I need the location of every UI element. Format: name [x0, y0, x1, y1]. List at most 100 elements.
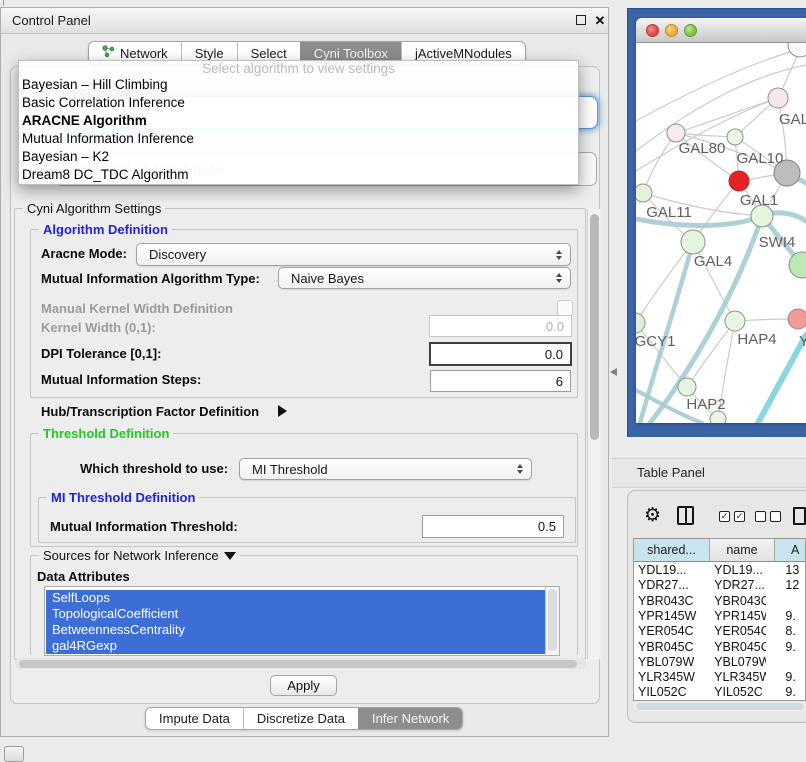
table-header-row: shared...nameA	[634, 539, 805, 562]
column-header-shared[interactable]: shared...	[634, 539, 710, 562]
node-label-hap4: HAP4	[737, 331, 776, 348]
attribute-item-topologicalcoefficient[interactable]: TopologicalCoefficient	[46, 606, 545, 622]
table-row[interactable]: YDR27...YDR27...12	[634, 578, 805, 593]
hub-section-label[interactable]: Hub/Transcription Factor Definition	[41, 404, 259, 420]
stepper-arrows-icon	[517, 464, 523, 474]
mi-threshold-field[interactable]: 0.5	[422, 515, 564, 538]
node-hap2[interactable]	[678, 378, 696, 396]
which-threshold-label: Which threshold to use:	[80, 461, 228, 477]
document-icon[interactable]	[793, 507, 806, 525]
table-cell	[766, 594, 805, 609]
network-edge[interactable]	[636, 242, 693, 323]
node-top[interactable]	[788, 43, 806, 57]
unchecked-columns-icon[interactable]	[755, 511, 781, 522]
kernel-width-field[interactable]: 0.0	[429, 315, 572, 337]
table-row[interactable]: YER054CYER054C8.	[634, 624, 805, 639]
mi-threshold-group-title: MI Threshold Definition	[47, 490, 199, 505]
node-gcy1[interactable]	[636, 313, 645, 333]
apply-button[interactable]: Apply	[270, 675, 337, 696]
node-salmon[interactable]	[788, 309, 806, 329]
sources-group-title[interactable]: Sources for Network Inference	[39, 548, 240, 563]
threshold-definition-title: Threshold Definition	[39, 426, 173, 441]
table-cell: YBR043C	[705, 594, 766, 609]
table-cell: YER054C	[634, 624, 705, 639]
tab-impute-data[interactable]: Impute Data	[146, 708, 243, 729]
bottom-tab-bar: Impute DataDiscretize Data Infer Network	[145, 707, 463, 730]
manual-kernel-checkbox[interactable]	[557, 300, 573, 316]
node-gal2[interactable]	[768, 88, 788, 108]
dropdown-item-basic-correlation-inference[interactable]: Basic Correlation Inference	[19, 94, 578, 112]
table-hscroll-thumb[interactable]	[636, 703, 804, 710]
table-row[interactable]: YDL19...YDL19...13	[634, 563, 805, 578]
dropdown-item-bayesian-hill-climbing[interactable]: Bayesian – Hill Climbing	[19, 76, 578, 94]
table-row[interactable]: YLR345WYLR345W9.	[634, 670, 805, 685]
table-row[interactable]: YIL052CYIL052C9.	[634, 685, 805, 698]
table-row[interactable]: YBL079WYBL079W	[634, 655, 805, 670]
expand-right-icon[interactable]	[278, 405, 287, 417]
attributes-scrollbar[interactable]	[545, 587, 559, 655]
gear-icon[interactable]: ⚙	[644, 504, 661, 526]
network-edge[interactable]	[636, 49, 800, 121]
attribute-item-betweennesscentrality[interactable]: BetweennessCentrality	[46, 622, 545, 638]
table-cell: YER054C	[705, 624, 766, 639]
columns-icon[interactable]	[677, 506, 694, 525]
dropdown-item-dream8-dc-tdc-algorithm[interactable]: Dream8 DC_TDC Algorithm	[19, 166, 578, 184]
table-row[interactable]: YPR145WYPR145W9.	[634, 609, 805, 624]
stepper-arrows-icon	[556, 250, 562, 260]
which-threshold-combobox[interactable]: MI Threshold	[239, 458, 532, 480]
aracne-mode-combobox[interactable]: Discovery	[136, 243, 571, 266]
network-window-titlebar[interactable]	[636, 18, 806, 43]
network-icon	[102, 45, 115, 61]
node-mid[interactable]	[727, 129, 743, 145]
column-header-a[interactable]: A	[775, 539, 806, 562]
table-cell: YDL19...	[705, 563, 766, 578]
node-table[interactable]: shared...nameA YDL19...YDL19...13YDR27..…	[633, 538, 806, 701]
data-attributes-list[interactable]: SelfLoopsTopologicalCoefficientBetweenne…	[44, 586, 560, 656]
checked-columns-icon[interactable]: ✓✓	[719, 511, 745, 522]
node-hap4[interactable]	[725, 311, 745, 331]
table-cell: YBR045C	[705, 640, 766, 655]
dropdown-item-mutual-information-inference[interactable]: Mutual Information Inference	[19, 130, 578, 148]
settings-horizontal-scrollbar[interactable]	[15, 658, 587, 669]
attributes-scroll-thumb[interactable]	[548, 589, 557, 651]
tab-infer-network[interactable]: Infer Network	[358, 708, 462, 729]
node-gal4[interactable]	[681, 230, 705, 254]
screen: { "control_panel": { "title": "Control P…	[0, 0, 806, 762]
mi-type-combobox[interactable]: Naive Bayes	[278, 267, 571, 289]
dpi-tolerance-field[interactable]: 0.0	[429, 342, 572, 366]
mi-steps-field[interactable]: 6	[430, 370, 571, 392]
node-gal11[interactable]	[636, 184, 652, 202]
node-label-gal11: GAL11	[646, 204, 692, 221]
dropdown-item-aracne-algorithm[interactable]: ARACNE Algorithm	[19, 112, 578, 130]
table-cell: 12	[766, 578, 805, 593]
close-icon[interactable]: ✕	[593, 11, 607, 31]
data-attributes-label: Data Attributes	[37, 569, 130, 585]
table-cell: YLR345W	[705, 670, 766, 685]
tab-label: Cyni Toolbox	[314, 46, 388, 61]
traffic-minimize-icon[interactable]	[665, 24, 678, 37]
table-row[interactable]: YBR043CYBR043C	[634, 594, 805, 609]
table-horizontal-scrollbar[interactable]	[634, 702, 806, 711]
tab-discretize-data[interactable]: Discretize Data	[243, 708, 358, 729]
settings-hscroll-thumb[interactable]	[19, 660, 577, 668]
traffic-close-icon[interactable]	[646, 24, 659, 37]
attribute-item-selfloops[interactable]: SelfLoops	[46, 590, 545, 606]
table-cell: 9.	[766, 670, 805, 685]
table-cell: 9.	[766, 685, 805, 698]
tab-label: Infer Network	[372, 711, 449, 726]
settings-vscroll-thumb[interactable]	[590, 214, 599, 440]
column-header-name[interactable]: name	[710, 539, 775, 562]
settings-vertical-scrollbar[interactable]	[587, 209, 601, 659]
table-cell: YBL079W	[705, 655, 766, 670]
panel-corner-button[interactable]	[4, 746, 24, 762]
table-row[interactable]: YBR045CYBR045C9.	[634, 640, 805, 655]
network-canvas[interactable]: GALGAL80GAL10GAL1GAL11SWI4GAL4GCY1HAP4YH…	[636, 43, 806, 423]
cyni-settings-title: Cyni Algorithm Settings	[23, 201, 165, 216]
splitter-collapse-icon[interactable]	[610, 368, 617, 376]
traffic-zoom-icon[interactable]	[684, 24, 697, 37]
node-gal1[interactable]	[729, 171, 749, 191]
attribute-item-gal4rgexp[interactable]: gal4RGexp	[46, 638, 545, 654]
float-icon[interactable]	[576, 15, 586, 25]
dropdown-item-bayesian-k2[interactable]: Bayesian – K2	[19, 148, 578, 166]
node-label-gal10: GAL10	[737, 150, 784, 167]
